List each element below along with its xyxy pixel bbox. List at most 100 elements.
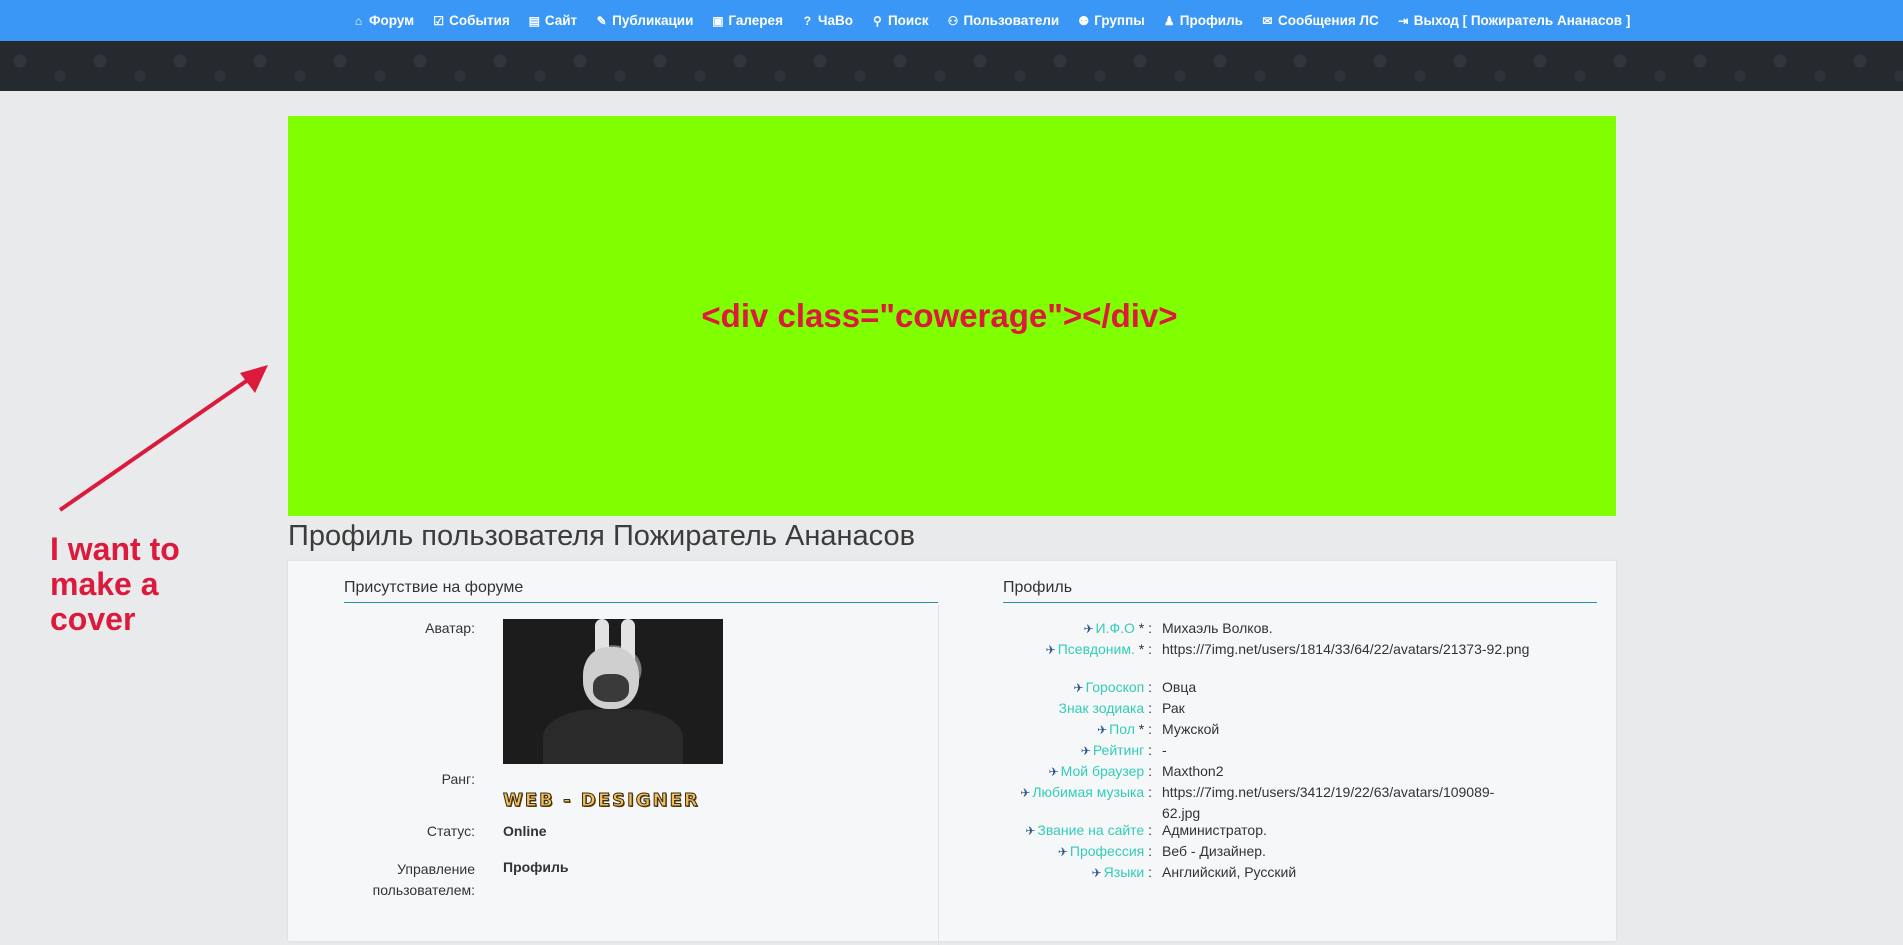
nav-list: ⌂ Форум ☑ События ▤ Сайт ✎ Публикации ▣ Галерея? Ч… [352,0,1639,41]
nav-item-label: Галерея [728,13,783,28]
profile-field-name[interactable]: И.Ф.О [1096,620,1135,636]
image-icon: ▣ [712,13,724,28]
home-icon: ⌂ [354,13,363,28]
nav-item-label: Сообщения ЛС [1277,13,1379,28]
top-navbar: ⌂ Форум ☑ События ▤ Сайт ✎ Публикации ▣ Галерея? Ч… [0,0,1903,41]
nav-item-2[interactable]: ▤ Сайт [519,0,586,41]
nav-item-label: Пользователи [963,13,1060,28]
profile-field-label: ✈ Мой браузер : [1049,763,1152,779]
butterfly-icon: ✈ [1073,681,1084,695]
nav-item-0[interactable]: ⌂ Форум [352,0,423,41]
profile-field-label: ✈ Любимая музыка : [1020,784,1152,800]
nav-item-6[interactable]: ⚲ Поиск [862,0,938,41]
annotation-line-3: cover [50,601,136,637]
profile-field-name[interactable]: Языки [1104,864,1145,880]
annotation-line-1: I want to [50,531,180,567]
nav-item-3[interactable]: ✎ Публикации [586,0,702,41]
nav-item-11[interactable]: ⇥ Выход [ Пожиратель Ананасов ] [1388,0,1640,41]
status-label: Статус: [426,823,475,839]
column-divider [938,605,939,945]
profile-field-required: : [1144,843,1152,859]
profile-field-name[interactable]: Рейтинг [1093,742,1144,758]
profile-field-label: ✈ Псевдоним. * : [1046,641,1152,657]
nav-item-1[interactable]: ☑ События [423,0,519,41]
avatar-label: Аватар: [425,620,475,636]
pencil-icon: ✎ [596,13,607,28]
profile-field-required: * : [1134,641,1152,657]
nav-item-label: Публикации [612,13,694,28]
profile-field-value: Веб - Дизайнер. [1162,843,1266,859]
profile-field-label: ✈ Рейтинг : [1081,742,1152,758]
profile-field-name[interactable]: Мой браузер [1061,763,1145,779]
profile-field-name[interactable]: Пол [1109,721,1135,737]
profile-field-value: Английский, Русский [1162,864,1297,880]
search-icon: ⚲ [873,13,882,28]
profile-section-title: Профиль [1003,579,1597,603]
manage-label-line-2: пользователем: [372,882,475,898]
profile-field-value: Рак [1162,700,1185,716]
cover-placeholder-text: <div class="cowerage"></div> [701,297,1178,334]
profile-field-name[interactable]: Знак зодиака [1058,700,1144,716]
profile-field-value: - [1162,742,1167,758]
annotation-arrow [58,365,268,512]
nav-item-10[interactable]: ✉ Сообщения ЛС [1252,0,1388,41]
profile-field-required: : [1144,763,1152,779]
nav-item-label: Сайт [544,13,578,28]
profile-field-required: : [1144,784,1152,800]
cover-placeholder: <div class="cowerage"></div> [288,116,1616,516]
profile-field-value: https://7img.net/users/1814/33/64/22/ava… [1162,641,1530,657]
status-value: Online [503,823,547,839]
mail-icon: ✉ [1262,13,1273,28]
nav-item-7[interactable]: ⚇ Пользователи [937,0,1068,41]
profile-field-label: ✈ Гороскоп : [1074,679,1153,695]
profile-field-required: : [1144,700,1152,716]
butterfly-icon: ✈ [1020,786,1031,800]
manage-profile-link[interactable]: Профиль [503,859,569,875]
nav-item-5[interactable]: ? ЧаВо [792,0,862,41]
profile-field-label: ✈ Звание на сайте : [1025,822,1152,838]
question-icon: ? [803,13,812,28]
annotation-text: I want to make a cover [50,532,180,637]
calendar-icon: ☑ [433,13,445,28]
profile-field-name[interactable]: Любимая музыка [1032,784,1144,800]
butterfly-icon: ✈ [1080,744,1091,758]
profile-field-label: ✈ Пол * : [1097,721,1152,737]
profile-panel: Присутствие на форуме Профиль Аватар: Ра… [288,561,1616,945]
butterfly-icon: ✈ [1045,643,1056,657]
profile-field-required: : [1144,864,1152,880]
nav-item-label: Поиск [887,13,929,28]
manage-label: Управление пользователем: [348,859,475,901]
profile-field-label: ✈ И.Ф.О * : [1083,620,1152,636]
header-pattern-banner [0,41,1903,91]
avatar [503,619,723,764]
butterfly-icon: ✈ [1097,723,1108,737]
profile-field-required: : [1144,742,1152,758]
profile-field-name[interactable]: Звание на сайте [1037,822,1144,838]
profile-field-name[interactable]: Профессия [1070,843,1144,859]
profile-field-name[interactable]: Псевдоним. [1058,641,1135,657]
profile-field-required: : [1144,822,1152,838]
page-title: Профиль пользователя Пожиратель Ананасов [288,520,916,552]
profile-field-value: https://7img.net/users/3412/19/22/63/ava… [1162,784,1495,821]
butterfly-icon: ✈ [1083,622,1094,636]
users-icon: ⚇ [947,13,959,28]
butterfly-icon: ✈ [1048,765,1059,779]
profile-field-name[interactable]: Гороскоп [1086,679,1145,695]
nav-item-label: События [449,13,510,28]
nav-item-label: Профиль [1179,13,1243,28]
profile-field-label: ✈ Языки : [1092,864,1152,880]
nav-item-9[interactable]: ♟ Профиль [1154,0,1252,41]
profile-field-value: Михаэль Волков. [1162,620,1273,636]
group-icon: ⚉ [1078,13,1090,28]
nav-item-4[interactable]: ▣ Галерея [702,0,792,41]
profile-field-value: Maxthon2 [1162,763,1224,779]
nav-item-label: Форум [369,13,415,28]
nav-item-label: ЧаВо [817,13,853,28]
document-icon: ▤ [528,13,540,28]
nav-item-8[interactable]: ⚉ Группы [1068,0,1154,41]
profile-field-required: * : [1134,721,1152,737]
user-icon: ♟ [1163,13,1175,28]
nav-item-label: Группы [1094,13,1145,28]
butterfly-icon: ✈ [1057,845,1068,859]
profile-field-required: * : [1134,620,1152,636]
